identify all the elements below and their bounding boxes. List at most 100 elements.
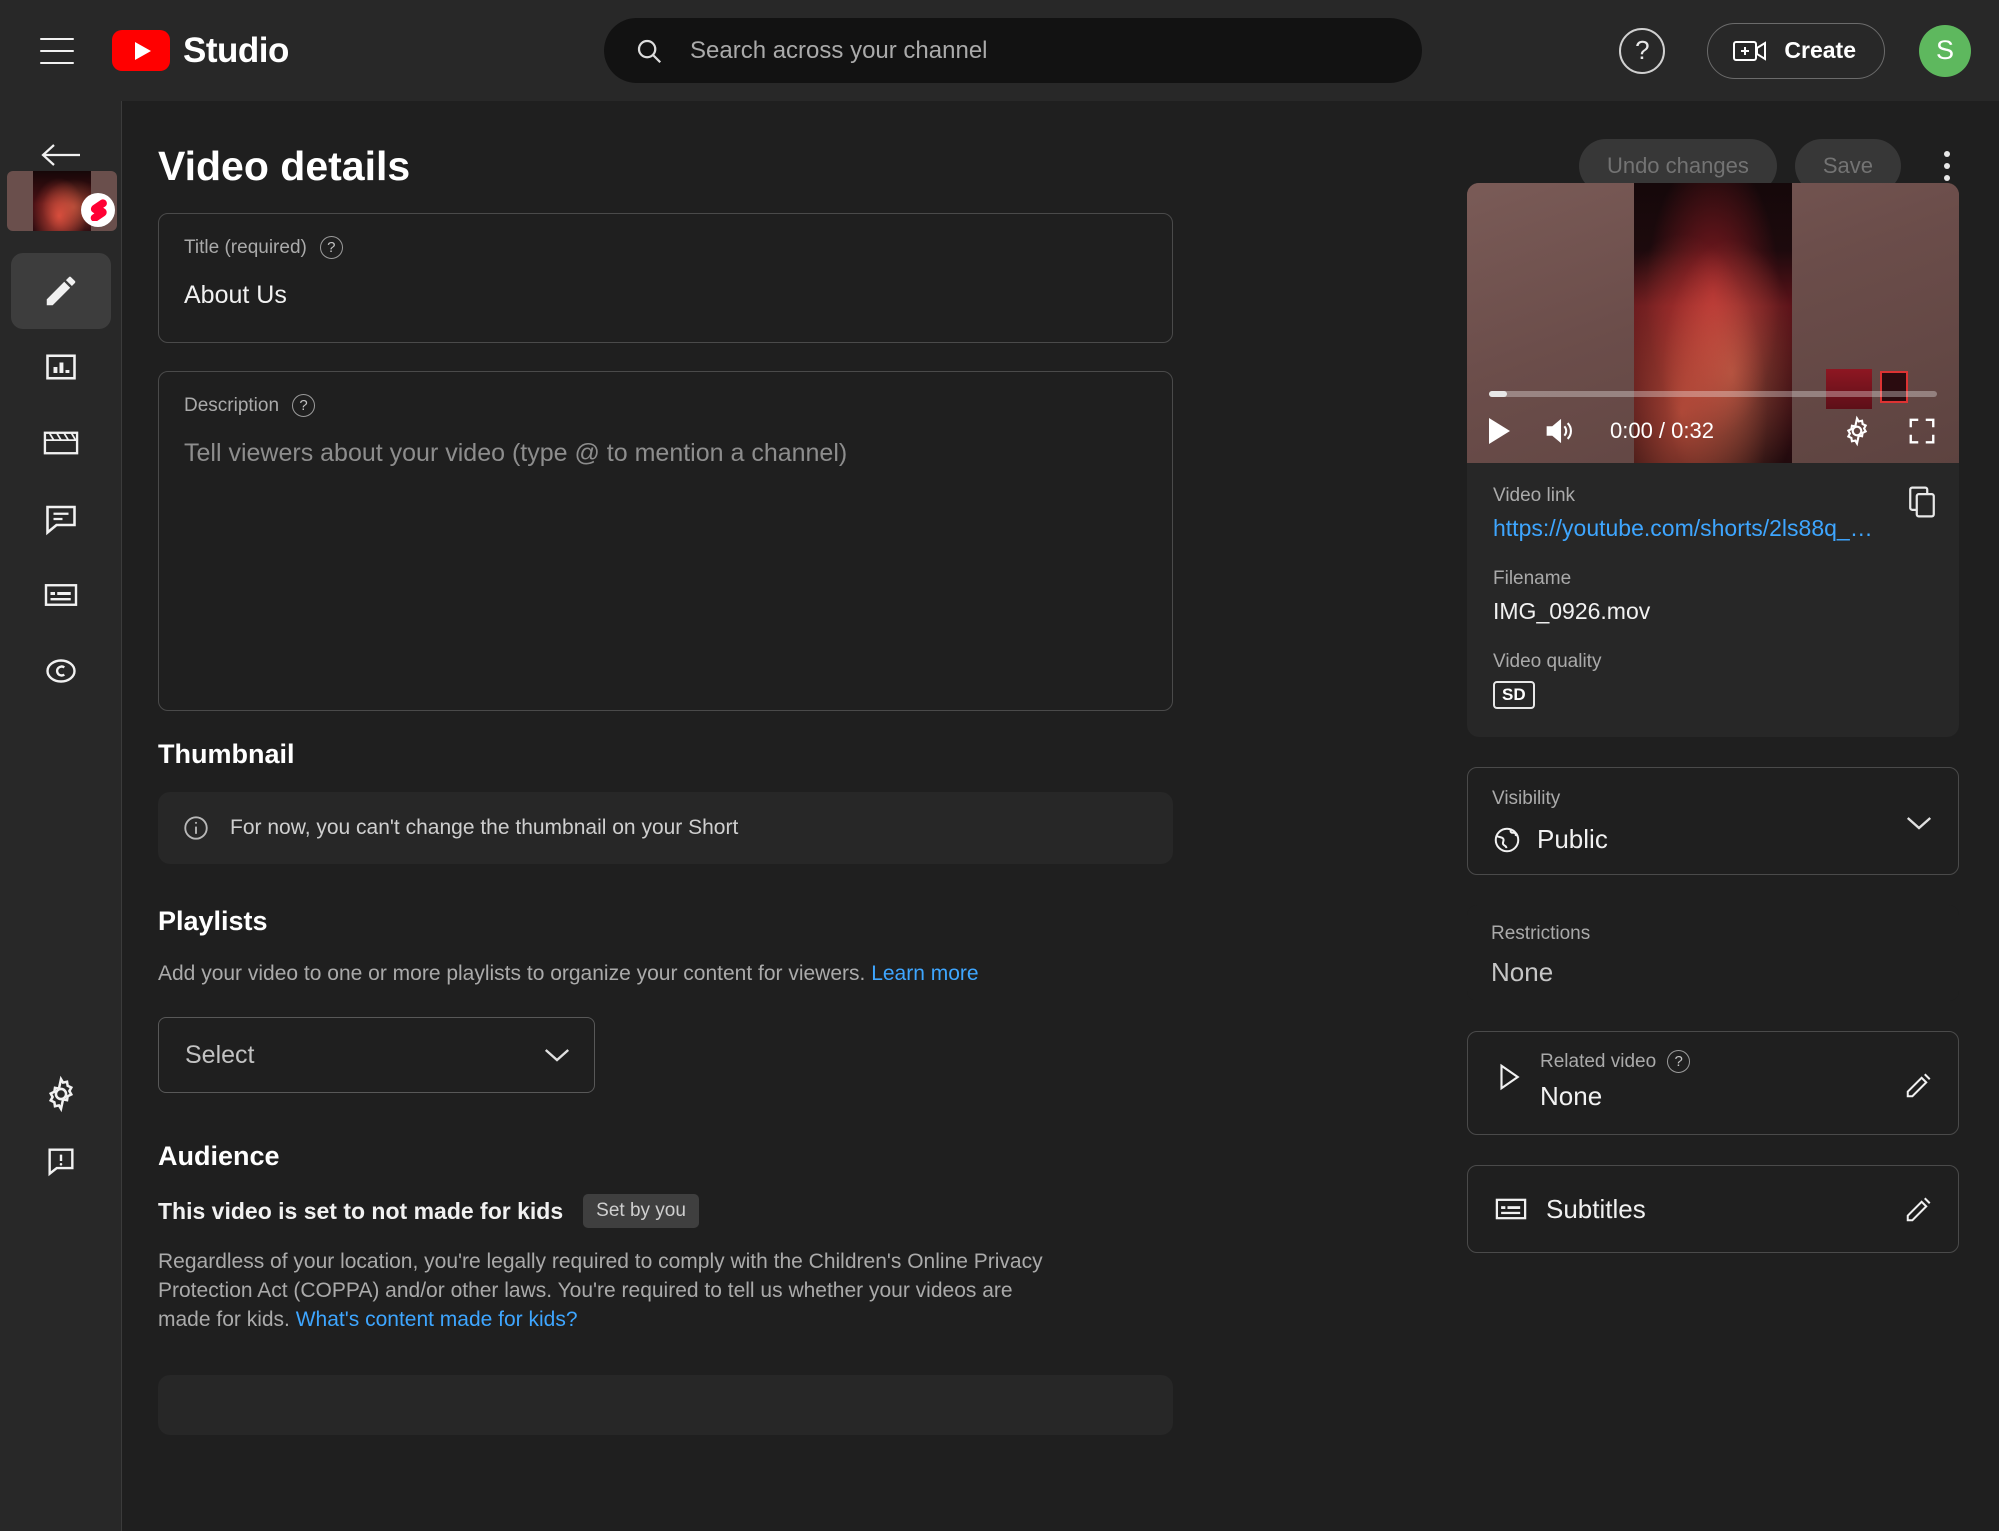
audience-next-card[interactable] xyxy=(158,1375,1173,1436)
globe-icon xyxy=(1492,825,1522,855)
related-video-text: Related video ? None xyxy=(1540,1050,1691,1112)
volume-icon[interactable] xyxy=(1544,417,1576,445)
description-field[interactable]: Description ? Tell viewers about your vi… xyxy=(158,371,1173,711)
description-placeholder[interactable]: Tell viewers about your video (type @ to… xyxy=(184,439,1147,468)
avatar[interactable]: S xyxy=(1919,24,1971,77)
search-input[interactable]: Search across your channel xyxy=(604,18,1422,83)
search-icon xyxy=(634,36,664,66)
sidebar-item-subtitles[interactable] xyxy=(11,557,111,633)
restrictions-label: Restrictions xyxy=(1491,923,1591,944)
subtitles-label: Subtitles xyxy=(1546,1193,1646,1224)
related-video-label-row: Related video ? xyxy=(1540,1050,1691,1073)
player-progress-bar[interactable] xyxy=(1489,391,1937,397)
sidebar-item-details[interactable] xyxy=(11,253,111,329)
copy-icon[interactable] xyxy=(1907,485,1937,519)
playlist-select-value: Select xyxy=(185,1040,255,1069)
create-button-label: Create xyxy=(1784,37,1856,63)
video-metadata: Video link https://youtube.com/shorts/2l… xyxy=(1467,463,1959,737)
related-video-card[interactable]: Related video ? None xyxy=(1467,1031,1959,1135)
sidebar-item-send-feedback[interactable] xyxy=(11,1123,111,1199)
studio-logo[interactable]: Studio xyxy=(112,30,289,71)
playlist-select[interactable]: Select xyxy=(158,1017,595,1094)
search-bar[interactable]: Search across your channel xyxy=(604,18,1422,83)
chevron-down-icon xyxy=(542,1046,572,1064)
video-details-form: Title (required) ? About Us Description … xyxy=(158,213,1173,1436)
comment-icon xyxy=(43,502,79,536)
audience-legal-link[interactable]: What's content made for kids? xyxy=(290,1308,578,1331)
visibility-value-row: Public xyxy=(1492,824,1934,855)
filename-value: IMG_0926.mov xyxy=(1493,598,1651,624)
pencil-edit-icon[interactable] xyxy=(1904,1070,1934,1100)
feedback-icon xyxy=(44,1144,78,1178)
related-video-label: Related video xyxy=(1540,1050,1657,1072)
main-content: Video details Undo changes Save Title (r… xyxy=(122,101,1999,1531)
pencil-icon xyxy=(42,272,80,310)
subtitles-card[interactable]: Subtitles xyxy=(1467,1165,1959,1253)
chevron-down-icon[interactable] xyxy=(1904,814,1934,832)
status-badge: Set by you xyxy=(583,1194,699,1229)
question-mark-icon[interactable]: ? xyxy=(1667,1050,1691,1073)
play-icon[interactable] xyxy=(1489,418,1510,444)
left-rail xyxy=(0,101,122,1531)
video-thumbnail[interactable] xyxy=(7,171,117,231)
search-placeholder: Search across your channel xyxy=(690,36,988,64)
gear-icon xyxy=(42,1075,80,1113)
video-quality-badge: SD xyxy=(1493,681,1535,709)
create-video-icon xyxy=(1733,38,1767,64)
playlists-description: Add your video to one or more playlists … xyxy=(158,962,866,985)
video-player[interactable]: 0:00 / 0:32 xyxy=(1467,183,1959,463)
sidebar-item-copyright[interactable] xyxy=(11,633,111,709)
playlists-section: Playlists Add your video to one or more … xyxy=(158,906,1173,1094)
audience-status-row: This video is set to not made for kids S… xyxy=(158,1194,1173,1229)
visibility-value: Public xyxy=(1537,824,1608,854)
audience-section: Audience This video is set to not made f… xyxy=(158,1141,1173,1436)
playlists-heading: Playlists xyxy=(158,906,268,936)
clapperboard-icon xyxy=(42,428,80,458)
description-field-label: Description ? xyxy=(184,394,1147,417)
help-icon[interactable]: ? xyxy=(1619,27,1666,74)
sidebar-item-comments[interactable] xyxy=(11,481,111,557)
copyright-icon xyxy=(43,656,79,686)
gear-icon[interactable] xyxy=(1841,415,1873,447)
visibility-card[interactable]: Visibility Public xyxy=(1467,767,1959,875)
playlists-description-row: Add your video to one or more playlists … xyxy=(158,959,1173,989)
title-field[interactable]: Title (required) ? About Us xyxy=(158,213,1173,343)
hamburger-icon[interactable] xyxy=(40,37,74,64)
player-progress-played xyxy=(1489,391,1507,397)
audience-statement: This video is set to not made for kids xyxy=(158,1197,564,1224)
thumbnail-info-box: For now, you can't change the thumbnail … xyxy=(158,792,1173,864)
page-title: Video details xyxy=(158,142,411,189)
avatar-initial: S xyxy=(1935,35,1954,65)
visibility-label: Visibility xyxy=(1492,788,1561,809)
restrictions-value: None xyxy=(1491,957,1554,987)
description-label-text: Description xyxy=(184,394,280,416)
preview-panel: 0:00 / 0:32 Video link https://youtube.c… xyxy=(1467,183,1959,1253)
brand-label: Studio xyxy=(183,30,289,70)
sidebar-item-analytics[interactable] xyxy=(11,329,111,405)
restrictions-card: Restrictions None xyxy=(1467,905,1959,1001)
question-mark-icon[interactable]: ? xyxy=(292,394,316,417)
playlists-learn-more-link[interactable]: Learn more xyxy=(871,962,978,985)
video-quality-label: Video quality xyxy=(1493,651,1602,672)
video-link-label: Video link xyxy=(1493,485,1576,506)
player-control-row: 0:00 / 0:32 xyxy=(1489,415,1937,447)
sidebar-item-settings[interactable] xyxy=(11,1056,111,1132)
related-video-value: None xyxy=(1540,1081,1603,1111)
video-preview-card: 0:00 / 0:32 Video link https://youtube.c… xyxy=(1467,183,1959,737)
video-link-value[interactable]: https://youtube.com/shorts/2ls88q_5P… xyxy=(1493,515,1878,542)
player-controls: 0:00 / 0:32 xyxy=(1467,385,1959,463)
fullscreen-icon[interactable] xyxy=(1907,416,1937,446)
subtitles-icon xyxy=(1494,1197,1528,1221)
create-button[interactable]: Create xyxy=(1707,22,1885,79)
sidebar-item-editor[interactable] xyxy=(11,405,111,481)
pencil-edit-icon[interactable] xyxy=(1904,1194,1934,1224)
play-outline-icon xyxy=(1496,1062,1522,1092)
title-field-label: Title (required) ? xyxy=(184,236,1147,259)
subtitles-icon xyxy=(43,582,79,608)
question-mark-icon[interactable]: ? xyxy=(319,236,343,259)
thumbnail-section: Thumbnail For now, you can't change the … xyxy=(158,739,1173,864)
title-input-value[interactable]: About Us xyxy=(184,281,1147,310)
shorts-badge-icon xyxy=(81,193,115,227)
top-bar: Studio Search across your channel ? Crea… xyxy=(0,0,1999,101)
thumbnail-info-text: For now, you can't change the thumbnail … xyxy=(230,816,739,839)
